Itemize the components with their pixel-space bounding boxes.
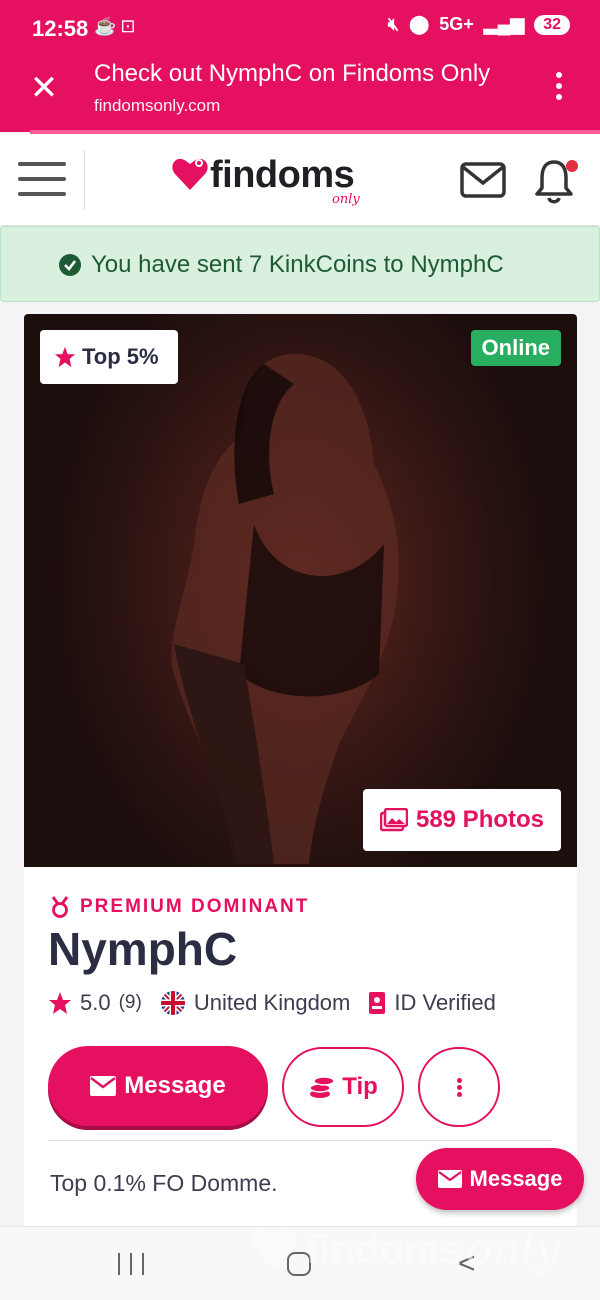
recent-apps-icon[interactable] xyxy=(118,1253,144,1275)
photos-count-button[interactable]: 589 Photos xyxy=(363,789,561,851)
profile-name: NymphC xyxy=(48,923,238,975)
notification-icon: ☕⊡ xyxy=(94,16,140,36)
heart-logo-icon xyxy=(172,158,208,190)
rating-value: 5.0 xyxy=(80,990,111,1015)
header-divider xyxy=(84,150,85,210)
tier-label: PREMIUM DOMINANT xyxy=(50,896,309,918)
site-header: findoms only xyxy=(0,134,600,226)
id-badge-icon xyxy=(369,992,386,1014)
verification: ID Verified xyxy=(368,990,496,1016)
back-icon[interactable]: < xyxy=(458,1249,476,1279)
profile-photo-figure xyxy=(171,354,399,864)
verification-label: ID Verified xyxy=(394,990,496,1015)
close-icon[interactable]: ✕ xyxy=(28,70,60,106)
success-alert: You have sent 7 KinkCoins to NymphC xyxy=(0,226,600,302)
logo-text: findoms xyxy=(210,154,355,196)
floating-message-button[interactable]: Message xyxy=(416,1148,584,1210)
alert-message: You have sent 7 KinkCoins to NymphC xyxy=(91,251,504,278)
system-nav-bar: < xyxy=(0,1226,600,1300)
envelope-icon xyxy=(90,1076,117,1096)
uk-flag-icon xyxy=(160,991,185,1015)
bell-icon[interactable] xyxy=(534,156,578,204)
message-button[interactable]: Message xyxy=(48,1046,268,1126)
logo-subtext: only xyxy=(332,192,360,207)
photos-count-label: 589 Photos xyxy=(415,806,545,833)
network-label: 5G+ xyxy=(439,14,474,34)
vertical-dots-icon xyxy=(456,1076,462,1099)
rating-count: (9) xyxy=(118,992,142,1013)
menu-icon[interactable] xyxy=(18,162,66,198)
online-status-badge: Online xyxy=(470,330,561,366)
profile-meta: 5.0 (9) United Kingdom ID Verified xyxy=(48,990,514,1016)
profile-photo[interactable]: Top 5% Online 589 Photos xyxy=(24,314,577,867)
country: United Kingdom xyxy=(160,990,351,1016)
status-time: 12:58 xyxy=(32,16,89,41)
status-right: 🔇︎ ⬤ 5G+ ▂▄▆ 32 xyxy=(388,14,570,35)
profile-bio: Top 0.1% FO Domme. xyxy=(50,1170,278,1196)
top-rank-badge: Top 5% xyxy=(40,330,178,384)
star-icon xyxy=(49,992,71,1014)
star-icon xyxy=(54,346,76,368)
envelope-icon xyxy=(437,1170,462,1188)
custom-tab-header: 12:58 ☕⊡ 🔇︎ ⬤ 5G+ ▂▄▆ 32 ✕ Check out Nym… xyxy=(0,0,600,132)
mute-icon: 🔇︎ xyxy=(387,14,400,34)
home-icon[interactable] xyxy=(287,1252,311,1276)
floating-message-label: Message xyxy=(469,1166,563,1191)
signal-icon: ▂▄▆ xyxy=(483,14,525,34)
coins-icon xyxy=(309,1076,335,1098)
tip-button[interactable]: Tip xyxy=(282,1047,404,1127)
site-logo[interactable]: findoms only xyxy=(170,152,380,212)
more-actions-button[interactable] xyxy=(418,1047,500,1127)
message-button-label: Message xyxy=(124,1072,226,1099)
location-icon: ⬤ xyxy=(409,14,430,34)
card-divider xyxy=(48,1140,552,1141)
mail-icon[interactable] xyxy=(460,162,506,198)
check-circle-icon xyxy=(59,254,81,276)
tab-url: findomsonly.com xyxy=(94,96,221,115)
top-rank-label: Top 5% xyxy=(82,344,159,369)
profile-card: Top 5% Online 589 Photos PREMIUM DOMINAN… xyxy=(24,314,577,1234)
country-name: United Kingdom xyxy=(193,990,351,1015)
status-bar: 12:58 ☕⊡ 🔇︎ ⬤ 5G+ ▂▄▆ 32 xyxy=(0,0,600,56)
battery-indicator: 32 xyxy=(534,14,570,35)
medal-icon xyxy=(51,896,69,918)
tier-text: PREMIUM DOMINANT xyxy=(80,896,310,917)
tab-title: Check out NymphC on Findoms Only xyxy=(94,60,491,87)
tip-button-label: Tip xyxy=(342,1073,378,1100)
rating[interactable]: 5.0 (9) xyxy=(48,990,142,1016)
more-options-icon[interactable] xyxy=(554,72,564,104)
photos-icon xyxy=(379,808,408,832)
